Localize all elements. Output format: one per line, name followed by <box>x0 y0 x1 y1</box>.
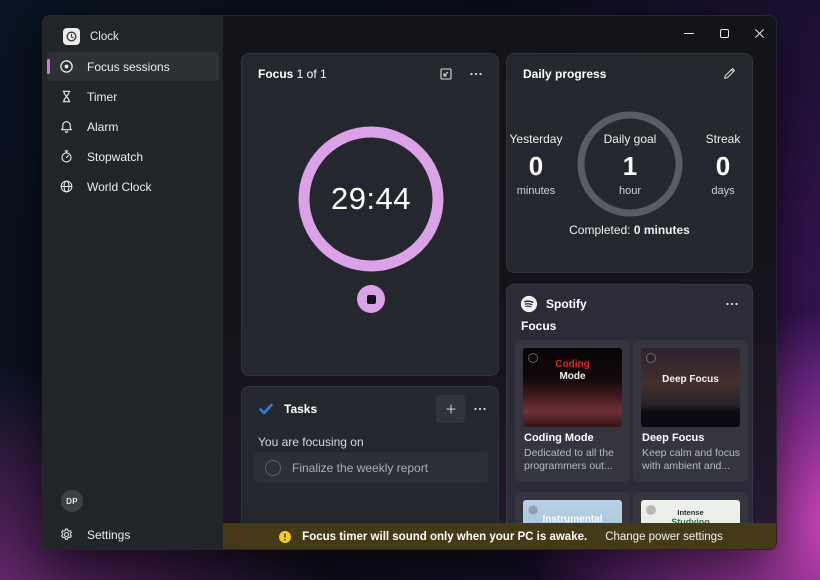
popout-icon[interactable] <box>438 66 454 82</box>
task-label: Finalize the weekly report <box>292 461 428 475</box>
more-options-icon[interactable] <box>468 66 484 82</box>
playlist-title: Coding Mode <box>524 432 594 444</box>
focus-time-remaining: 29:44 <box>291 119 451 279</box>
stat-yesterday: Yesterday 0 minutes <box>506 132 576 197</box>
sidebar-item-world-clock[interactable]: World Clock <box>47 172 219 201</box>
playlist-art-badge-icon <box>646 353 656 363</box>
edit-pencil-icon[interactable] <box>722 66 738 82</box>
completed-summary: Completed: 0 minutes <box>507 223 752 237</box>
playlist-tile-coding-mode[interactable]: Coding Mode Coding Mode Dedicated to all… <box>515 340 630 482</box>
plus-icon <box>444 402 458 416</box>
daily-progress-card: Daily progress Yesterday 0 minutes Daily… <box>506 53 753 273</box>
stop-focus-button[interactable] <box>357 285 385 313</box>
playlist-art-text: Intense <box>641 508 740 517</box>
playlist-tile-deep-focus[interactable]: Deep Focus Deep Focus Keep calm and focu… <box>633 340 748 482</box>
change-power-settings-link[interactable]: Change power settings <box>605 531 723 543</box>
clock-app-icon <box>63 28 80 45</box>
tasks-more-options-icon[interactable] <box>472 401 488 417</box>
minimize-button[interactable] <box>674 21 704 46</box>
sidebar-item-label: World Clock <box>87 180 151 194</box>
playlist-title: Deep Focus <box>642 432 704 444</box>
stopwatch-icon <box>59 149 74 164</box>
tasks-card-header: Tasks <box>242 387 498 423</box>
window-controls <box>674 21 777 46</box>
completed-value: 0 minutes <box>634 223 690 237</box>
playlist-desc-line: Keep calm and focus <box>642 447 740 460</box>
playlist-description: Dedicated to all the programmers out... <box>524 447 614 473</box>
daily-progress-header: Daily progress <box>507 54 752 82</box>
timer-icon <box>59 89 74 104</box>
playlist-desc-line: programmers out... <box>524 460 614 473</box>
tasks-card-title: Tasks <box>284 402 317 416</box>
stat-label: Yesterday <box>506 132 576 146</box>
focusing-label: You are focusing on <box>258 435 364 449</box>
desktop-wallpaper: Clock Focus sessions Timer <box>0 0 820 580</box>
sidebar-item-label: Alarm <box>87 120 118 134</box>
stat-streak: Streak 0 days <box>683 132 753 197</box>
stop-icon <box>367 295 376 304</box>
spotify-card-title: Spotify <box>546 297 587 311</box>
gear-icon <box>59 527 74 542</box>
sidebar-item-focus-sessions[interactable]: Focus sessions <box>47 52 219 81</box>
titlebar: Clock <box>63 28 119 45</box>
spotify-section-label: Focus <box>521 319 556 333</box>
sidebar-item-settings[interactable]: Settings <box>59 520 130 549</box>
focus-card-header: Focus 1 of 1 <box>242 54 498 82</box>
playlist-art-text: Deep Focus <box>641 374 740 385</box>
playlist-description: Keep calm and focus with ambient and... <box>642 447 740 473</box>
playlist-desc-line: Dedicated to all the <box>524 447 614 460</box>
stat-value: 1 <box>590 151 670 182</box>
playlist-art: Deep Focus <box>641 348 740 427</box>
alarm-icon <box>59 119 74 134</box>
spotify-card-header: Spotify <box>507 285 752 313</box>
sidebar-item-alarm[interactable]: Alarm <box>47 112 219 141</box>
avatar[interactable]: DP <box>61 490 83 512</box>
playlist-art-text: Coding <box>523 359 622 370</box>
stat-value: 0 <box>683 151 753 182</box>
add-task-button[interactable] <box>436 395 465 423</box>
completed-label: Completed: <box>569 223 634 237</box>
app-title: Clock <box>90 31 119 43</box>
close-icon <box>754 28 765 39</box>
focus-card-title: Focus <box>258 67 293 81</box>
warning-icon <box>278 530 292 544</box>
focus-session-card: Focus 1 of 1 29:44 <box>241 53 499 376</box>
warning-banner: Focus timer will sound only when your PC… <box>223 523 777 550</box>
stat-unit: minutes <box>506 185 576 197</box>
focus-card-title-count: 1 of 1 <box>293 67 326 81</box>
stat-label: Daily goal <box>590 132 670 146</box>
task-checkbox[interactable] <box>265 460 281 476</box>
spotify-logo-icon <box>520 295 538 313</box>
close-button[interactable] <box>744 21 774 46</box>
sidebar-nav: Focus sessions Timer Alarm <box>47 52 219 202</box>
todo-check-icon <box>258 401 274 417</box>
stat-label: Streak <box>683 132 753 146</box>
playlist-desc-line: with ambient and... <box>642 460 740 473</box>
task-row[interactable]: Finalize the weekly report <box>254 452 488 483</box>
sidebar-item-label: Timer <box>87 90 117 104</box>
minimize-icon <box>684 33 694 34</box>
maximize-icon <box>720 29 729 38</box>
stat-unit: days <box>683 185 753 197</box>
daily-progress-title: Daily progress <box>523 67 606 81</box>
spotify-more-options-icon[interactable] <box>724 296 740 312</box>
sidebar-item-label: Stopwatch <box>87 150 143 164</box>
settings-label: Settings <box>87 528 130 542</box>
sidebar-item-label: Focus sessions <box>87 60 170 74</box>
world-clock-icon <box>59 179 74 194</box>
sidebar-item-stopwatch[interactable]: Stopwatch <box>47 142 219 171</box>
sidebar: Clock Focus sessions Timer <box>43 16 223 549</box>
stat-unit: hour <box>590 185 670 197</box>
playlist-art: Coding Mode <box>523 348 622 427</box>
spotify-card: Spotify Focus Coding Mode Coding Mode De… <box>506 284 753 550</box>
banner-message: Focus timer will sound only when your PC… <box>302 531 587 543</box>
clock-app-window: Clock Focus sessions Timer <box>42 15 777 550</box>
maximize-button[interactable] <box>709 21 739 46</box>
focus-sessions-icon <box>59 59 74 74</box>
stat-daily-goal: Daily goal 1 hour <box>590 132 670 197</box>
sidebar-item-timer[interactable]: Timer <box>47 82 219 111</box>
stat-value: 0 <box>506 151 576 182</box>
playlist-art-text: Mode <box>523 371 622 382</box>
